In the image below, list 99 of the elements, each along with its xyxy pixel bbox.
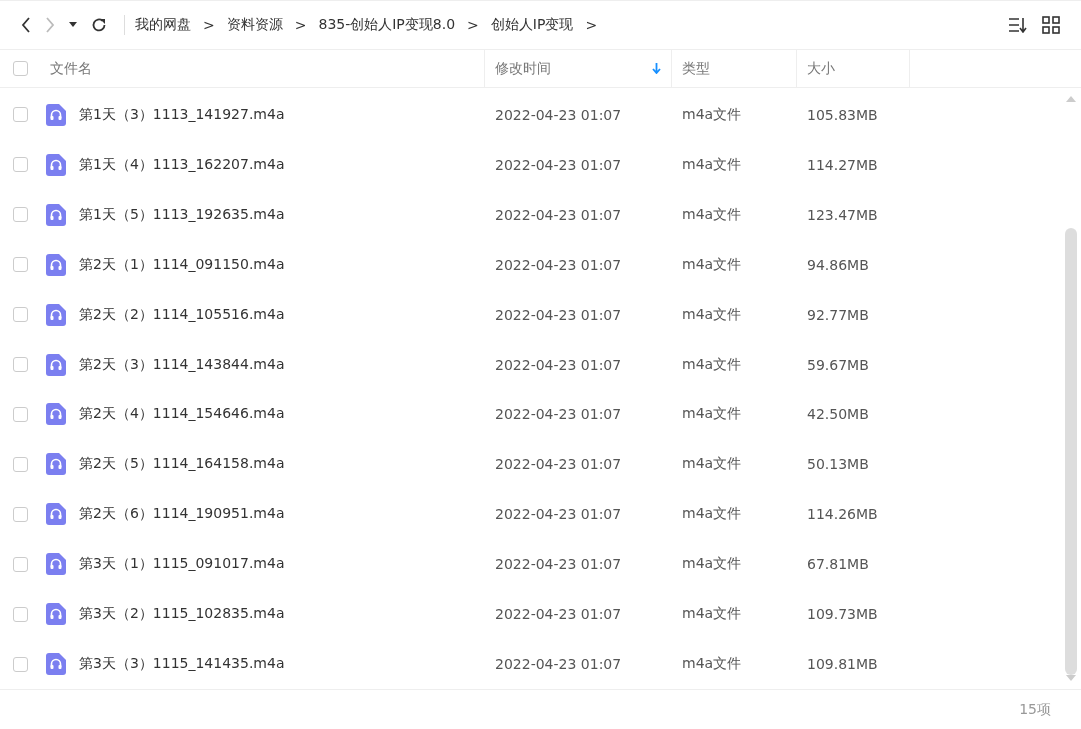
modified-time: 2022-04-23 01:07 [494, 606, 623, 623]
column-header[interactable]: 修改时间 [485, 50, 672, 87]
file-size: 92.77MB [806, 306, 870, 323]
file-type: m4a文件 [681, 655, 743, 674]
row-checkbox[interactable] [12, 606, 28, 622]
audio-file-icon [46, 253, 66, 276]
file-type: m4a文件 [681, 555, 743, 574]
file-size: 114.26MB [806, 506, 879, 523]
file-type: m4a文件 [681, 255, 743, 274]
file-name[interactable]: 第3天（1）1115_091017.m4a [79, 555, 285, 574]
breadcrumb-link[interactable]: 我的网盘 [135, 16, 191, 34]
audio-file-icon [46, 453, 66, 476]
breadcrumb-link[interactable]: 835-创始人IP变现8.0 [318, 16, 456, 34]
breadcrumb-link[interactable]: 资料资源 [226, 16, 283, 34]
file-name[interactable]: 第3天（2）1115_102835.m4a [79, 605, 285, 624]
file-size: 42.50MB [806, 406, 870, 423]
file-type: m4a文件 [681, 155, 743, 174]
file-type: m4a文件 [681, 505, 743, 524]
column-label: 大小 [807, 59, 835, 78]
audio-file-icon [46, 203, 66, 226]
file-name[interactable]: 第3天（3）1115_141435.m4a [79, 655, 285, 674]
breadcrumb-separator: > [203, 17, 215, 33]
modified-time: 2022-04-23 01:07 [494, 656, 623, 673]
file-name[interactable]: 第2天（6）1114_190951.m4a [79, 505, 285, 524]
file-type: m4a文件 [681, 305, 743, 324]
column-label: 文件名 [50, 59, 92, 78]
row-checkbox[interactable] [12, 157, 28, 173]
modified-time: 2022-04-23 01:07 [494, 356, 623, 373]
scrollbar-thumb[interactable] [1065, 228, 1077, 675]
file-size: 109.81MB [806, 656, 879, 673]
row-checkbox[interactable] [12, 107, 28, 123]
audio-file-icon [46, 603, 66, 626]
file-size: 94.86MB [806, 256, 870, 273]
audio-file-icon [46, 153, 66, 176]
row-checkbox[interactable] [12, 656, 28, 672]
breadcrumb-separator: > [467, 17, 479, 33]
column-label: 修改时间 [495, 59, 551, 78]
column-label: 类型 [682, 59, 710, 78]
file-size: 59.67MB [806, 356, 870, 373]
file-size: 114.27MB [806, 156, 879, 173]
file-name[interactable]: 第2天（2）1114_105516.m4a [79, 305, 285, 324]
modified-time: 2022-04-23 01:07 [494, 556, 623, 573]
audio-file-icon [46, 353, 66, 376]
file-name[interactable]: 第2天（5）1114_164158.m4a [79, 455, 285, 474]
file-name[interactable]: 第1天（3）1113_141927.m4a [79, 105, 285, 124]
row-checkbox[interactable] [12, 556, 28, 572]
row-checkbox[interactable] [12, 307, 28, 323]
modified-time: 2022-04-23 01:07 [494, 106, 623, 123]
modified-time: 2022-04-23 01:07 [494, 156, 623, 173]
file-size: 109.73MB [806, 606, 879, 623]
file-name[interactable]: 第2天（1）1114_091150.m4a [79, 255, 285, 274]
file-type: m4a文件 [681, 455, 743, 474]
file-type: m4a文件 [681, 405, 743, 424]
back-button[interactable] [21, 17, 31, 33]
file-size: 123.47MB [806, 206, 879, 223]
refresh-button[interactable] [91, 17, 107, 33]
row-checkbox[interactable] [12, 207, 28, 223]
file-type: m4a文件 [681, 205, 743, 224]
column-header[interactable]: 文件名 [40, 50, 485, 87]
item-count: 15项 [1019, 700, 1051, 719]
sort-button[interactable] [1008, 17, 1028, 33]
audio-file-icon [46, 503, 66, 526]
grid-view-button[interactable] [1042, 16, 1060, 34]
file-type: m4a文件 [681, 355, 743, 374]
row-checkbox[interactable] [12, 357, 28, 373]
modified-time: 2022-04-23 01:07 [494, 306, 623, 323]
breadcrumb-separator: > [294, 17, 307, 33]
modified-time: 2022-04-23 01:07 [494, 206, 623, 223]
column-header[interactable]: 类型 [672, 50, 797, 87]
file-type: m4a文件 [681, 105, 743, 124]
file-size: 67.81MB [806, 556, 870, 573]
breadcrumb-separator: > [585, 17, 598, 33]
file-name[interactable]: 第1天（4）1113_162207.m4a [79, 155, 285, 174]
file-name[interactable]: 第1天（5）1113_192635.m4a [79, 205, 285, 224]
forward-button[interactable] [45, 17, 55, 33]
dropdown-button[interactable] [69, 22, 77, 28]
file-name[interactable]: 第2天（4）1114_154646.m4a [79, 405, 285, 424]
modified-time: 2022-04-23 01:07 [494, 406, 623, 423]
file-type: m4a文件 [681, 605, 743, 624]
column-header[interactable]: 大小 [797, 50, 910, 87]
file-size: 50.13MB [806, 456, 870, 473]
modified-time: 2022-04-23 01:07 [494, 256, 623, 273]
modified-time: 2022-04-23 01:07 [494, 506, 623, 523]
row-checkbox[interactable] [12, 407, 28, 422]
file-size: 105.83MB [806, 106, 879, 123]
row-checkbox[interactable] [12, 506, 28, 522]
modified-time: 2022-04-23 01:07 [494, 456, 623, 473]
row-checkbox[interactable] [12, 257, 28, 273]
file-name[interactable]: 第2天（3）1114_143844.m4a [79, 355, 285, 374]
audio-file-icon [46, 553, 66, 576]
audio-file-icon [46, 103, 66, 126]
audio-file-icon [46, 653, 66, 676]
scroll-up-icon[interactable] [1066, 96, 1076, 102]
sort-arrow-icon [652, 63, 661, 74]
breadcrumb-link[interactable]: 创始人IP变现 [490, 16, 574, 34]
audio-file-icon [46, 303, 66, 326]
audio-file-icon [46, 403, 66, 426]
select-all-checkbox[interactable] [12, 61, 28, 76]
row-checkbox[interactable] [12, 456, 28, 472]
